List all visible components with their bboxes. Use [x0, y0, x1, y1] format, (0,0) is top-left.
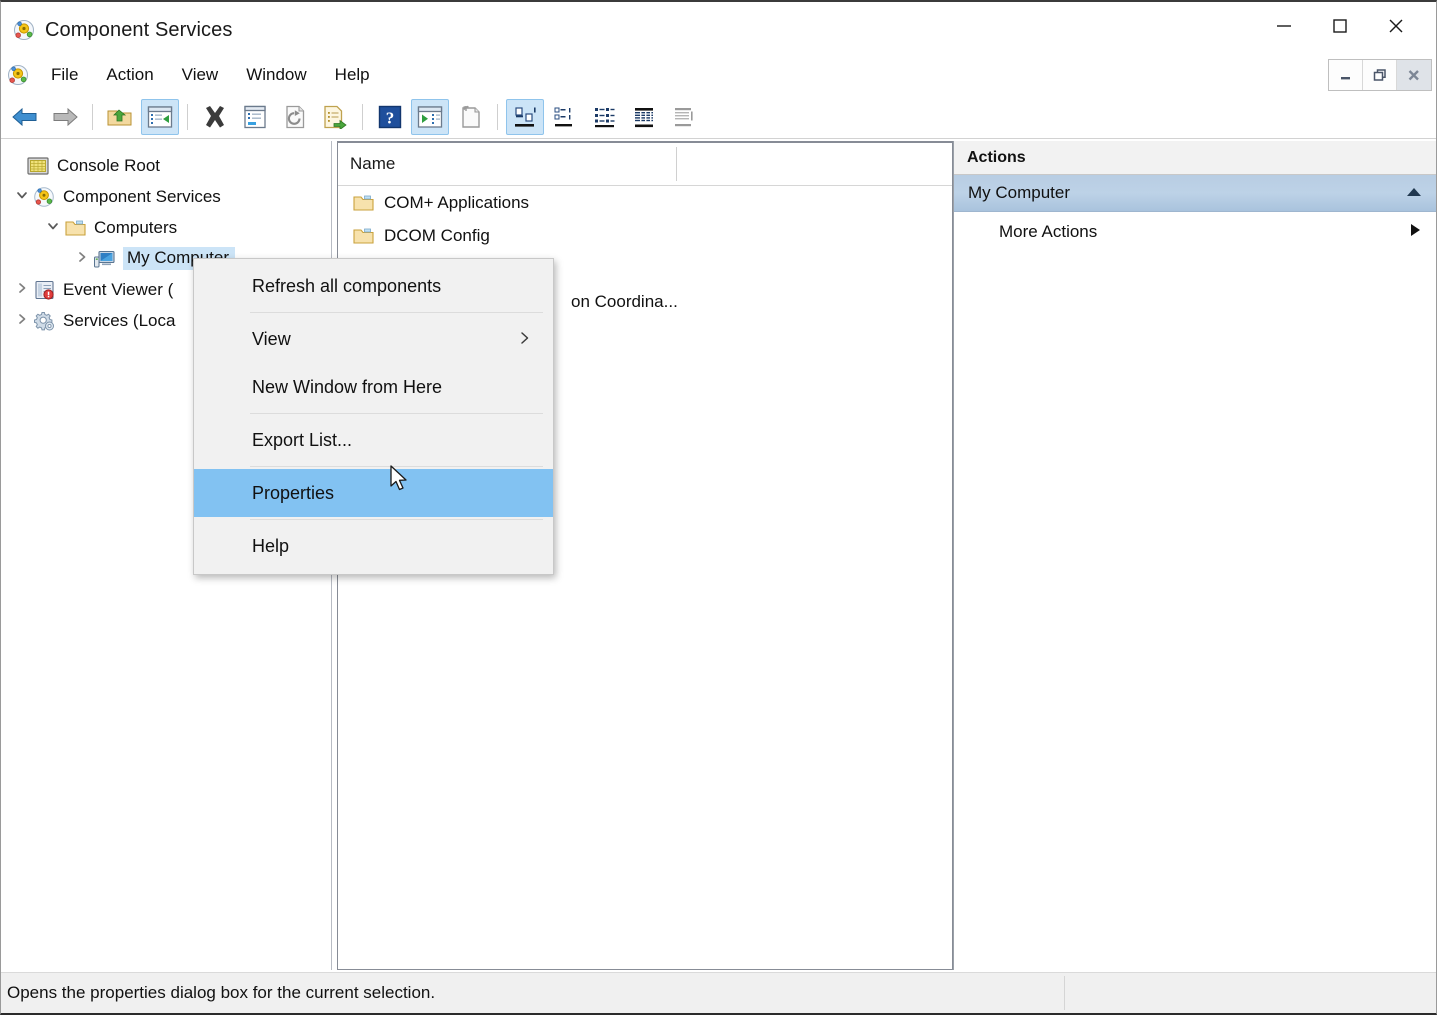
- actions-group-label: My Computer: [968, 183, 1070, 203]
- console-root-folder-icon: [27, 155, 51, 177]
- tree-item-label: Computers: [94, 218, 177, 238]
- window-controls: [1256, 2, 1436, 58]
- minimize-icon[interactable]: [1256, 2, 1312, 50]
- view-details-icon[interactable]: [626, 99, 664, 135]
- title-bar: Component Services: [1, 2, 1436, 58]
- folder-icon: [352, 193, 376, 213]
- status-bar-divider: [1064, 976, 1065, 1010]
- mdi-window-controls: [1328, 59, 1432, 91]
- view-small-icons-icon[interactable]: [546, 99, 584, 135]
- tree-item-label: Services (Loca: [63, 311, 175, 331]
- view-large-icons-icon[interactable]: [506, 99, 544, 135]
- folder-icon: [352, 226, 376, 246]
- context-menu-separator: [250, 413, 543, 414]
- component-services-icon: [13, 19, 35, 41]
- menu-view[interactable]: View: [168, 61, 233, 89]
- tree-item-component-services[interactable]: Component Services: [1, 181, 331, 212]
- component-services-icon: [7, 64, 29, 86]
- back-icon[interactable]: [6, 99, 44, 135]
- list-item[interactable]: COM+ Applications: [338, 186, 952, 219]
- mouse-cursor: [390, 465, 412, 500]
- collapse-caret-icon[interactable]: [1406, 186, 1422, 201]
- context-menu-item-label: Refresh all components: [252, 276, 441, 297]
- list-item-label: on Coordina...: [571, 292, 678, 312]
- event-viewer-icon: [33, 279, 57, 301]
- column-resize-handle[interactable]: [676, 147, 677, 181]
- services-icon: [33, 310, 57, 332]
- context-menu: Refresh all components View New Window f…: [193, 258, 554, 575]
- my-computer-icon: [93, 248, 117, 270]
- context-menu-separator: [250, 519, 543, 520]
- actions-item-label: More Actions: [999, 222, 1097, 242]
- svg-text:?: ?: [386, 108, 395, 127]
- properties-icon[interactable]: [236, 99, 274, 135]
- up-one-level-icon[interactable]: [101, 99, 139, 135]
- column-header-name[interactable]: Name: [338, 154, 395, 174]
- context-menu-item-label: View: [252, 329, 291, 350]
- tree-item-computers[interactable]: Computers: [1, 212, 331, 243]
- actions-pane: Actions My Computer More Actions: [953, 141, 1436, 970]
- status-bar-text: Opens the properties dialog box for the …: [1, 983, 435, 1003]
- toolbar-separator: [92, 104, 93, 130]
- chevron-down-icon[interactable]: [11, 188, 33, 205]
- tree-item-label: Console Root: [57, 156, 160, 176]
- list-item-label: COM+ Applications: [384, 193, 529, 213]
- chevron-down-icon[interactable]: [42, 219, 64, 236]
- context-menu-separator: [250, 312, 543, 313]
- new-window-icon[interactable]: [451, 99, 489, 135]
- context-menu-item-view[interactable]: View: [194, 315, 553, 363]
- context-menu-item-help[interactable]: Help: [194, 522, 553, 570]
- chevron-right-icon: [519, 331, 531, 348]
- maximize-icon[interactable]: [1312, 2, 1368, 50]
- tree-item-console-root[interactable]: Console Root: [1, 150, 331, 181]
- toolbar-separator: [362, 104, 363, 130]
- toolbar-separator: [187, 104, 188, 130]
- list-item[interactable]: DCOM Config: [338, 219, 952, 252]
- toolbar: ?: [1, 95, 1436, 139]
- actions-group-my-computer[interactable]: My Computer: [954, 175, 1436, 212]
- close-icon[interactable]: [1368, 2, 1424, 50]
- toolbar-separator: [497, 104, 498, 130]
- context-menu-item-new-window-from-here[interactable]: New Window from Here: [194, 363, 553, 411]
- context-menu-item-label: Properties: [252, 483, 334, 504]
- help-icon[interactable]: ?: [371, 99, 409, 135]
- list-item-label: DCOM Config: [384, 226, 490, 246]
- context-menu-item-label: New Window from Here: [252, 377, 442, 398]
- context-menu-item-label: Export List...: [252, 430, 352, 451]
- folder-icon: [64, 217, 88, 239]
- actions-pane-title: Actions: [954, 141, 1436, 175]
- chevron-right-icon[interactable]: [71, 250, 93, 267]
- menu-help[interactable]: Help: [321, 61, 384, 89]
- show-hide-console-tree-icon[interactable]: [141, 99, 179, 135]
- component-services-icon: [33, 186, 57, 208]
- chevron-right-icon[interactable]: [11, 281, 33, 298]
- menu-window[interactable]: Window: [232, 61, 320, 89]
- component-services-window: Component Services File A: [0, 0, 1437, 1015]
- menu-file[interactable]: File: [37, 61, 92, 89]
- context-menu-item-properties[interactable]: Properties: [194, 469, 553, 517]
- mdi-close-icon[interactable]: [1397, 60, 1431, 90]
- chevron-right-icon[interactable]: [11, 312, 33, 329]
- tree-item-label: Component Services: [63, 187, 221, 207]
- view-list-icon[interactable]: [586, 99, 624, 135]
- context-menu-item-export-list[interactable]: Export List...: [194, 416, 553, 464]
- view-columns-icon[interactable]: [666, 99, 704, 135]
- refresh-icon[interactable]: [276, 99, 314, 135]
- list-column-header: Name: [338, 143, 952, 186]
- mdi-minimize-icon[interactable]: [1329, 60, 1363, 90]
- export-list-icon[interactable]: [316, 99, 354, 135]
- context-menu-item-refresh-all-components[interactable]: Refresh all components: [194, 262, 553, 310]
- window-title: Component Services: [45, 19, 232, 42]
- mdi-restore-icon[interactable]: [1363, 60, 1397, 90]
- menu-bar: File Action View Window Help: [1, 54, 1436, 96]
- context-menu-item-label: Help: [252, 536, 289, 557]
- delete-icon[interactable]: [196, 99, 234, 135]
- show-hide-action-pane-icon[interactable]: [411, 99, 449, 135]
- submenu-arrow-icon: [1408, 222, 1422, 242]
- menu-action[interactable]: Action: [92, 61, 167, 89]
- actions-item-more-actions[interactable]: More Actions: [954, 212, 1436, 252]
- tree-item-label: Event Viewer (: [63, 280, 173, 300]
- status-bar: Opens the properties dialog box for the …: [1, 972, 1436, 1013]
- forward-icon[interactable]: [46, 99, 84, 135]
